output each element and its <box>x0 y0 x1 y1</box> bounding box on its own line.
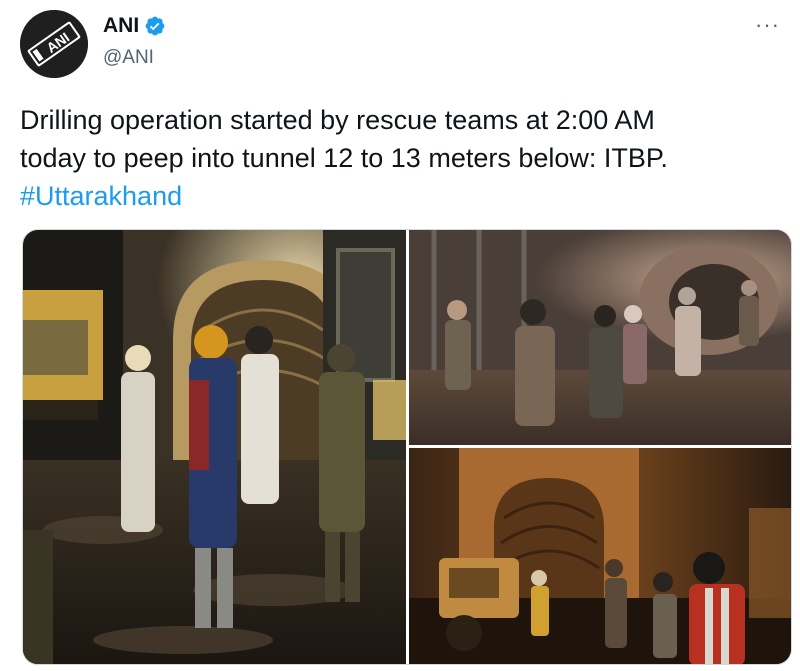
author-avatar[interactable]: ANI <box>20 10 88 78</box>
hashtag-link[interactable]: #Uttarakhand <box>20 177 790 215</box>
author-display-name[interactable]: ANI <box>103 14 139 38</box>
author-handle[interactable]: @ANI <box>103 47 154 69</box>
verified-badge-icon <box>145 16 165 36</box>
media-grid <box>22 229 792 665</box>
tweet-text-line-1: Drilling operation started by rescue tea… <box>20 105 655 135</box>
more-options-icon[interactable]: ··· <box>755 12 780 38</box>
author-name-row: ANI <box>103 14 166 38</box>
tunnel-mouth-at-night-photo[interactable] <box>409 448 791 664</box>
rescue-team-at-tunnel-entrance-photo[interactable] <box>23 230 406 664</box>
tweet-card: ANI ANI @ANI ··· Drilling operation star… <box>0 0 800 671</box>
rescuers-walking-through-tunnel-photo[interactable] <box>409 230 791 445</box>
tweet-text-line-2: today to peep into tunnel 12 to 13 meter… <box>20 143 668 173</box>
ani-logo-icon: ANI <box>20 10 88 78</box>
tweet-text: Drilling operation started by rescue tea… <box>20 101 790 215</box>
